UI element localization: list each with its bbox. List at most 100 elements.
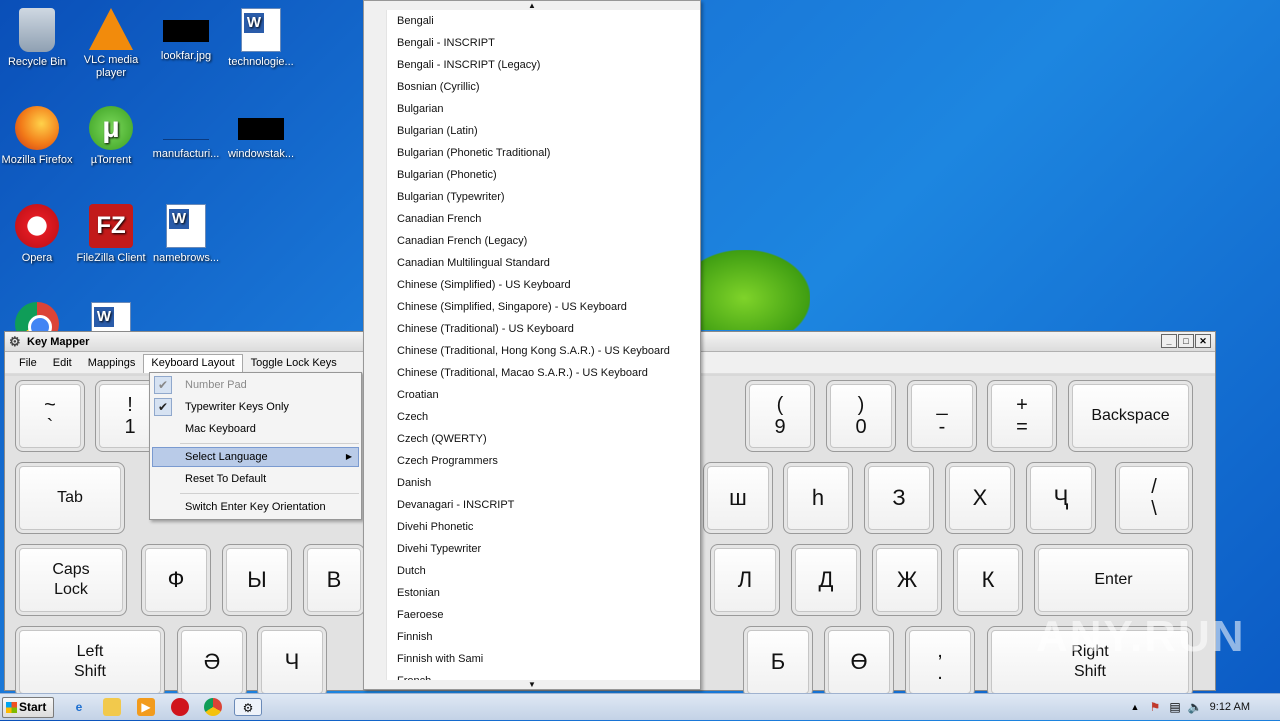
key-ef[interactable]: Ф (141, 544, 211, 616)
key-yeru[interactable]: Ы (222, 544, 292, 616)
key-de[interactable]: Д (791, 544, 861, 616)
maximize-button[interactable]: □ (1178, 334, 1194, 348)
file-explorer-icon[interactable] (103, 698, 121, 716)
menu-item-mac-keyboard[interactable]: Mac Keyboard (152, 419, 359, 439)
key-0[interactable]: ) 0 (826, 380, 896, 452)
key-comma[interactable]: , . (905, 626, 975, 698)
language-item[interactable]: Finnish with Sami (387, 648, 700, 670)
menu-toggle-lock-keys[interactable]: Toggle Lock Keys (243, 354, 345, 372)
language-item[interactable]: Faeroese (387, 604, 700, 626)
key-shha[interactable]: һ (783, 462, 853, 534)
desktop-icon-opera[interactable]: Opera (0, 198, 74, 265)
minimize-button[interactable]: _ (1161, 334, 1177, 348)
opera-taskbar-icon[interactable] (171, 698, 189, 716)
scroll-down-arrow-icon[interactable]: ▼ (364, 680, 700, 689)
language-item[interactable]: Bulgarian (Latin) (387, 120, 700, 142)
key-schwa[interactable]: Ә (177, 626, 247, 698)
menu-keyboard-layout[interactable]: Keyboard Layout (143, 353, 243, 373)
language-item[interactable]: Finnish (387, 626, 700, 648)
desktop-icon-firefox[interactable]: Mozilla Firefox (0, 100, 74, 167)
key-equals[interactable]: + = (987, 380, 1057, 452)
desktop-icon-label: Mozilla Firefox (1, 154, 73, 166)
menu-file[interactable]: File (11, 354, 45, 372)
language-item[interactable]: Canadian French (387, 208, 700, 230)
menu-item-reset-to-default[interactable]: Reset To Default (152, 469, 359, 489)
language-item[interactable]: Bulgarian (Typewriter) (387, 186, 700, 208)
menu-item-switch-enter[interactable]: Switch Enter Key Orientation (152, 497, 359, 517)
language-item[interactable]: Czech (387, 406, 700, 428)
language-item[interactable]: Chinese (Traditional, Macao S.A.R.) - US… (387, 362, 700, 384)
clock[interactable]: 9:12 AM (1210, 701, 1250, 713)
menu-item-number-pad[interactable]: ✔ Number Pad (152, 375, 359, 395)
menu-edit[interactable]: Edit (45, 354, 80, 372)
media-player-icon[interactable]: ▶ (137, 698, 155, 716)
tray-arrow-icon[interactable]: ▲ (1126, 698, 1144, 716)
desktop-icon-utorrent[interactable]: µ µTorrent (74, 100, 148, 167)
key-9[interactable]: ( 9 (745, 380, 815, 452)
vlc-icon (89, 8, 133, 50)
key-che[interactable]: Ч (257, 626, 327, 698)
key-enter[interactable]: Enter (1034, 544, 1193, 616)
desktop-icon-technologie[interactable]: technologie... (224, 2, 298, 69)
language-item[interactable]: Devanagari - INSCRIPT (387, 494, 700, 516)
key-left-shift[interactable]: Left Shift (15, 626, 165, 698)
desktop-icon-manufacturi[interactable]: manufacturi... (149, 100, 223, 161)
language-item[interactable]: Divehi Phonetic (387, 516, 700, 538)
language-item[interactable]: Chinese (Traditional, Hong Kong S.A.R.) … (387, 340, 700, 362)
key-el[interactable]: Л (710, 544, 780, 616)
desktop-icon-lookfar[interactable]: lookfar.jpg (149, 2, 223, 63)
key-tab[interactable]: Tab (15, 462, 125, 534)
menu-item-select-language[interactable]: Select Language ▶ (152, 447, 359, 467)
desktop-icon-windowstak[interactable]: windowstak... (224, 100, 298, 161)
language-item[interactable]: Bengali (387, 10, 700, 32)
menu-item-typewriter-keys-only[interactable]: ✔ Typewriter Keys Only (152, 397, 359, 417)
language-item[interactable]: Czech Programmers (387, 450, 700, 472)
key-ze[interactable]: З (864, 462, 934, 534)
key-caps-lock[interactable]: Caps Lock (15, 544, 127, 616)
language-item[interactable]: Danish (387, 472, 700, 494)
desktop-icon-namebrows[interactable]: namebrows... (149, 198, 223, 265)
internet-explorer-icon[interactable]: e (70, 698, 88, 716)
language-item[interactable]: Bulgarian (Phonetic Traditional) (387, 142, 700, 164)
desktop-icon-recycle-bin[interactable]: Recycle Bin (0, 2, 74, 69)
language-item[interactable]: Canadian French (Legacy) (387, 230, 700, 252)
scroll-up-arrow-icon[interactable]: ▲ (364, 1, 700, 10)
language-item[interactable]: Canadian Multilingual Standard (387, 252, 700, 274)
key-zhe[interactable]: Ж (872, 544, 942, 616)
key-slash[interactable]: / \ (1115, 462, 1193, 534)
language-item[interactable]: Czech (QWERTY) (387, 428, 700, 450)
desktop-icon-vlc[interactable]: VLC media player (74, 2, 148, 80)
language-item[interactable]: Bulgarian (387, 98, 700, 120)
language-item[interactable]: Bengali - INSCRIPT (Legacy) (387, 54, 700, 76)
language-item[interactable]: French (387, 670, 700, 680)
language-item[interactable]: Estonian (387, 582, 700, 604)
action-center-flag-icon[interactable]: ⚑ (1146, 698, 1164, 716)
language-item[interactable]: Bosnian (Cyrillic) (387, 76, 700, 98)
chrome-taskbar-icon[interactable] (204, 698, 222, 716)
key-ve[interactable]: В (303, 544, 365, 616)
key-tilde[interactable]: ~ ` (15, 380, 85, 452)
key-ka[interactable]: К (953, 544, 1023, 616)
language-item[interactable]: Bulgarian (Phonetic) (387, 164, 700, 186)
key-ha[interactable]: Х (945, 462, 1015, 534)
language-item[interactable]: Chinese (Simplified, Singapore) - US Key… (387, 296, 700, 318)
key-sha[interactable]: ш (703, 462, 773, 534)
language-item[interactable]: Chinese (Traditional) - US Keyboard (387, 318, 700, 340)
close-button[interactable]: ✕ (1195, 334, 1211, 348)
language-item[interactable]: Croatian (387, 384, 700, 406)
language-item[interactable]: Divehi Typewriter (387, 538, 700, 560)
network-icon[interactable]: ▤ (1166, 698, 1184, 716)
volume-icon[interactable]: 🔈 (1186, 698, 1204, 716)
menu-mappings[interactable]: Mappings (80, 354, 144, 372)
key-minus[interactable]: _ - (907, 380, 977, 452)
language-item[interactable]: Dutch (387, 560, 700, 582)
key-be[interactable]: Б (743, 626, 813, 698)
language-item[interactable]: Chinese (Simplified) - US Keyboard (387, 274, 700, 296)
key-backspace[interactable]: Backspace (1068, 380, 1193, 452)
key-mapper-taskbar-button[interactable]: ⚙ (234, 698, 262, 716)
start-button[interactable]: Start (2, 697, 54, 718)
language-item[interactable]: Bengali - INSCRIPT (387, 32, 700, 54)
desktop-icon-filezilla[interactable]: FZ FileZilla Client (74, 198, 148, 265)
key-che-descender[interactable]: Ҷ (1026, 462, 1096, 534)
key-barred-o[interactable]: Ө (824, 626, 894, 698)
